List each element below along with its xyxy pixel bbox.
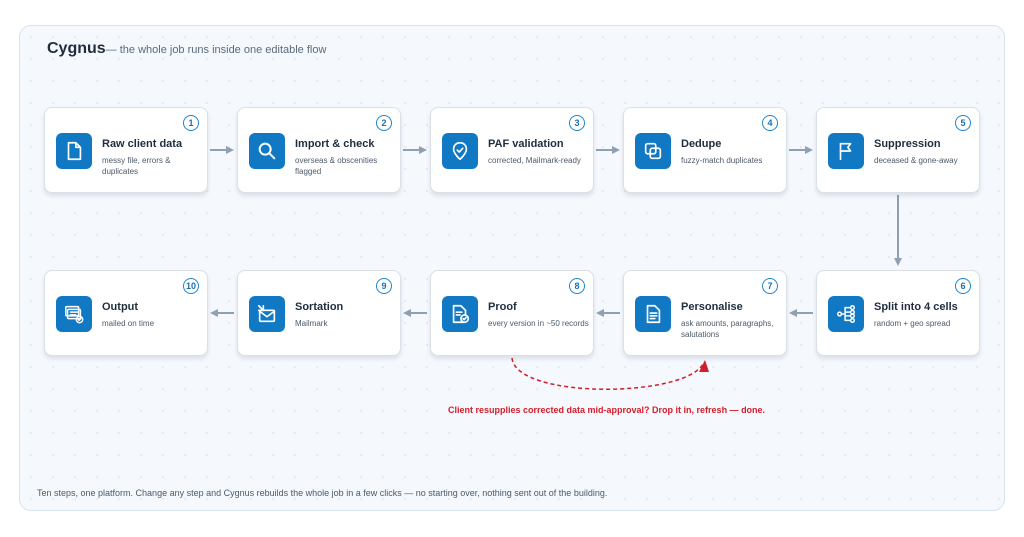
step-title: Proof [488, 301, 517, 313]
connector-layer [210, 146, 902, 390]
text-document-icon [635, 296, 671, 332]
step-number-badge: 9 [376, 278, 392, 294]
step-desc: fuzzy-match duplicates [681, 156, 763, 165]
step-desc: mailed on time [102, 319, 155, 328]
overlap-squares-icon [635, 133, 671, 169]
step-card-10: Output mailed on time 10 [44, 270, 208, 356]
step-number-badge: 2 [376, 115, 392, 131]
step-card-9: Sortation Mailmark 9 [237, 270, 401, 356]
step-card-3: PAF validation corrected, Mailmark-ready… [430, 107, 594, 193]
step-title: Import & check [295, 138, 375, 150]
step-title: Suppression [874, 138, 941, 150]
split-tree-icon [828, 296, 864, 332]
step-desc: ask amounts, paragraphs, salutations [681, 319, 774, 339]
step-number-badge: 7 [762, 278, 778, 294]
step-desc: every version in ~50 records [488, 319, 589, 328]
step-number-badge: 1 [183, 115, 199, 131]
step-desc: messy file, errors & duplicates [102, 156, 171, 176]
step-number-badge: 8 [569, 278, 585, 294]
step-title: Sortation [295, 301, 344, 313]
step-desc: deceased & gone-away [874, 156, 958, 165]
step-title: Dedupe [681, 138, 722, 150]
step-number-badge: 6 [955, 278, 971, 294]
step-card-1: Raw client data messy file, errors & dup… [44, 107, 208, 193]
step-card-2: Import & check overseas & obscenities fl… [237, 107, 401, 193]
step-number-badge: 5 [955, 115, 971, 131]
step-desc: random + geo spread [874, 319, 951, 328]
flag-icon [828, 133, 864, 169]
step-card-7: Personalise ask amounts, paragraphs, sal… [623, 270, 787, 356]
resupply-loop-arrow [511, 357, 705, 390]
step-card-6: Split into 4 cells random + geo spread 6 [816, 270, 980, 356]
step-desc: Mailmark [295, 319, 328, 328]
shield-check-icon [442, 133, 478, 169]
document-check-icon [442, 296, 478, 332]
step-desc: corrected, Mailmark-ready [488, 156, 581, 165]
step-card-8: Proof every version in ~50 records 8 [430, 270, 594, 356]
step-desc: overseas & obscenities flagged [295, 156, 378, 176]
document-icon [56, 133, 92, 169]
step-number-badge: 4 [762, 115, 778, 131]
step-card-4: Dedupe fuzzy-match duplicates 4 [623, 107, 787, 193]
resupply-annotation: Client resupplies corrected data mid-app… [448, 405, 766, 415]
step-number-badge: 3 [569, 115, 585, 131]
step-title: Output [102, 301, 139, 313]
search-icon [249, 133, 285, 169]
resupply-loop-arrowhead [699, 360, 709, 372]
step-title: Personalise [681, 301, 743, 313]
step-title: Raw client data [102, 138, 183, 150]
step-number-badge: 10 [183, 278, 199, 294]
step-card-5: Suppression deceased & gone-away 5 [816, 107, 980, 193]
envelope-sort-icon [249, 296, 285, 332]
stack-check-icon [56, 296, 92, 332]
step-title: Split into 4 cells [874, 301, 958, 313]
step-title: PAF validation [488, 138, 564, 150]
footer-note: Ten steps, one platform. Change any step… [37, 488, 608, 498]
